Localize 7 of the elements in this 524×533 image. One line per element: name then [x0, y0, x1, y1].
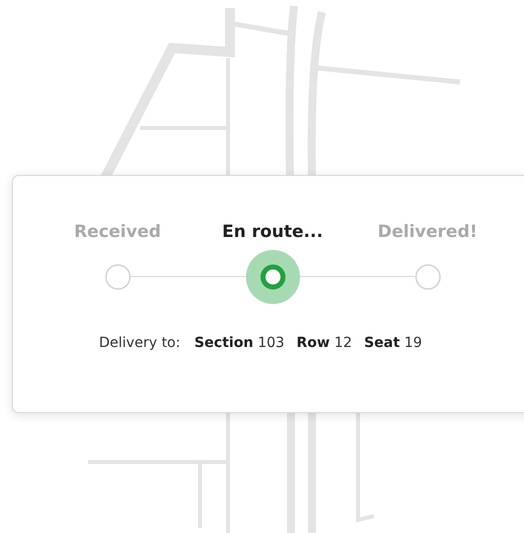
seat-info: Section 103 — [194, 335, 284, 351]
step-label: Received — [74, 222, 161, 242]
seat-info: Seat 19 — [364, 335, 422, 351]
step-label: En route... — [222, 222, 323, 242]
seat-info: Row 12 — [296, 335, 352, 351]
delivery-label: Delivery to: — [99, 335, 180, 351]
step-label: Delivered! — [378, 222, 478, 242]
